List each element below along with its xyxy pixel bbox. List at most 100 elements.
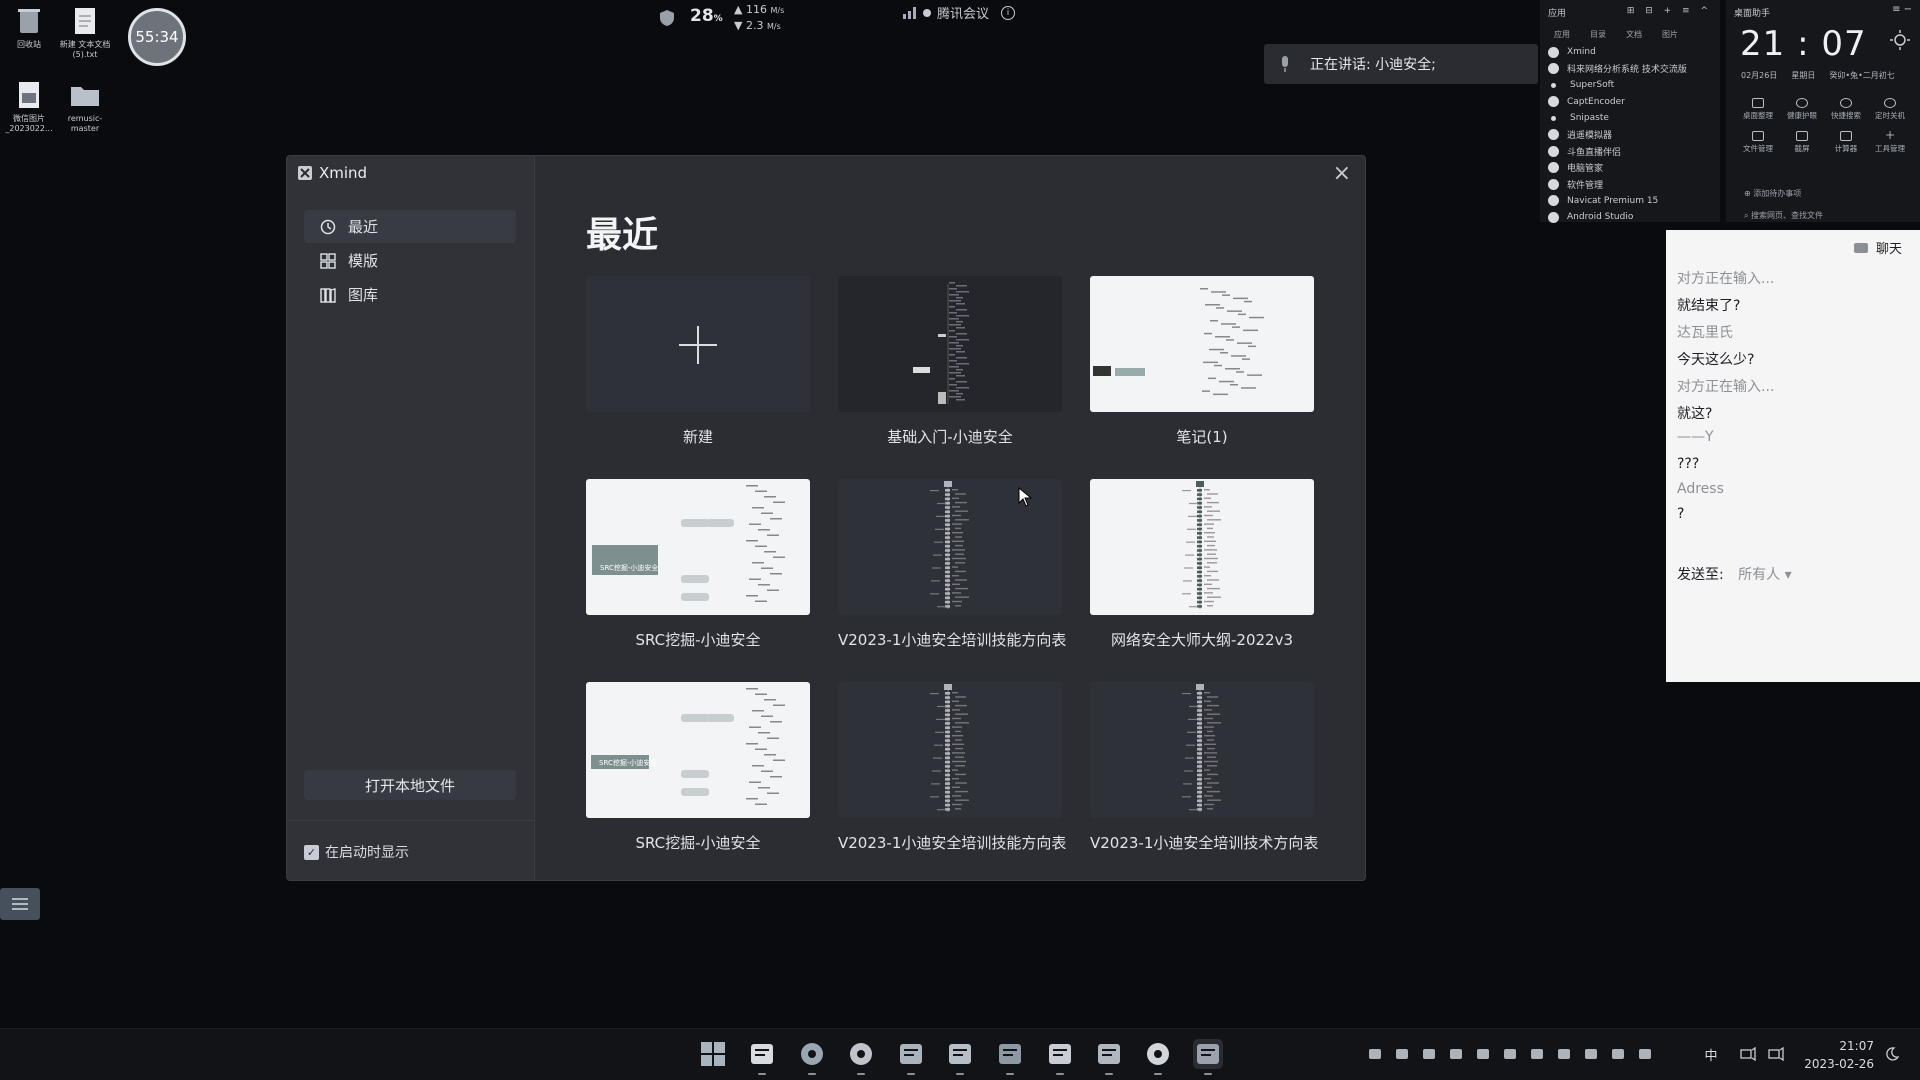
tray-settings-icon[interactable] [1448, 1046, 1464, 1062]
desktop-icon-image[interactable]: 微信图片_2023022... [0, 80, 58, 134]
meeting-indicator[interactable]: 腾讯会议 i [903, 3, 1016, 22]
recent-file-card[interactable]: 新建 [586, 276, 810, 447]
app-item[interactable]: Xmind [1548, 44, 1720, 61]
desktop-icon-recycle-bin[interactable]: 回收站 [0, 6, 58, 50]
chat-title-text: 聊天 [1875, 242, 1902, 257]
tab-apps[interactable]: 应用 [1554, 29, 1570, 40]
file-thumbnail[interactable] [586, 276, 810, 412]
file-thumbnail[interactable] [1090, 479, 1314, 615]
app-item[interactable]: 逍遥模拟器 [1548, 127, 1720, 144]
app-icon [1548, 178, 1559, 190]
taskbar-store-icon[interactable] [896, 1039, 926, 1075]
file-thumbnail[interactable] [1090, 276, 1314, 412]
tray-phone-icon[interactable] [1610, 1046, 1626, 1062]
assistant-menu-icon[interactable]: ≡ − [1892, 4, 1912, 15]
taskbar-chrome-icon[interactable] [846, 1039, 876, 1075]
open-local-file-button[interactable]: 打开本地文件 [304, 770, 516, 800]
nav-templates[interactable]: 模版 [304, 244, 516, 277]
app-item[interactable]: 斗鱼直播伴侣 [1548, 143, 1720, 160]
recent-file-card[interactable]: V2023-1小迪安全培训技术方向表 [1090, 682, 1318, 853]
ime-indicator[interactable]: 中 [1703, 1046, 1719, 1064]
taskbar-edge-icon[interactable] [797, 1039, 827, 1075]
quick-tool[interactable]: 桌面整理 [1736, 98, 1780, 121]
chat-input[interactable] [1676, 594, 1910, 674]
quick-tool-label: 快捷搜索 [1831, 111, 1861, 120]
chat-message: ——Y [1677, 429, 1714, 445]
tab-documents[interactable]: 文档 [1626, 29, 1642, 40]
app-item[interactable]: Android Studio [1548, 209, 1720, 226]
tray-photos-icon[interactable] [1367, 1046, 1383, 1062]
app-label: 电脑管家 [1567, 164, 1604, 175]
nav-recent[interactable]: 最近 [304, 210, 516, 243]
quick-tool[interactable]: 健康护眼 [1780, 98, 1824, 121]
download-value: 2.3 [745, 19, 764, 32]
recent-file-card[interactable]: 网络安全大师大纲-2022v3 [1090, 479, 1314, 650]
app-item[interactable]: SuperSoft [1548, 77, 1720, 94]
apps-list: Xmind 科来网络分析系统 技术交流版 SuperSoft CaptEncod… [1540, 44, 1720, 226]
app-item[interactable]: 科来网络分析系统 技术交流版 [1548, 61, 1720, 78]
close-icon[interactable]: × [1333, 160, 1351, 188]
show-on-startup-checkbox[interactable]: ✓ [304, 844, 319, 860]
tab-directory[interactable]: 目录 [1590, 29, 1606, 40]
taskbar-vmware-icon[interactable] [995, 1039, 1025, 1075]
taskbar-start-icon[interactable] [698, 1039, 728, 1069]
app-label: 逍遥模拟器 [1567, 131, 1613, 142]
taskbar-plugin-icon[interactable] [1045, 1039, 1075, 1075]
send-to-select[interactable]: 所有人 ▾ [1738, 567, 1791, 583]
file-name: SRC挖掘-小迪安全 [635, 631, 761, 649]
side-dock-icon[interactable] [0, 888, 40, 920]
divider [287, 820, 535, 821]
todo-link[interactable]: ⊕ 添加待办事项 [1744, 188, 1801, 199]
quick-tool[interactable]: 计算器 [1824, 131, 1868, 154]
taskbar-xmind-icon[interactable] [1193, 1039, 1223, 1075]
recent-file-card[interactable]: 笔记(1) [1090, 276, 1314, 447]
taskbar-wechat-icon[interactable] [1143, 1039, 1173, 1075]
app-icon [1548, 211, 1559, 223]
taskbar-file-explorer-icon[interactable] [747, 1039, 777, 1075]
taskbar-photos-icon[interactable] [945, 1039, 975, 1075]
app-item[interactable]: 软件管理 [1548, 176, 1720, 193]
speaking-text: 正在讲话: 小迪安全; [1310, 57, 1436, 73]
show-on-startup[interactable]: ✓ 在启动时显示 [304, 842, 409, 862]
tray-store-icon[interactable] [1475, 1046, 1491, 1062]
quick-tool[interactable]: 快捷搜索 [1824, 98, 1868, 121]
quick-tool[interactable]: 定时关机 [1868, 98, 1912, 121]
crop-icon [1796, 131, 1808, 141]
recent-file-card[interactable]: SRC挖掘-小迪安全 SRC挖掘-小迪安全 [586, 479, 810, 650]
tray-monitor-icon[interactable] [1502, 1046, 1518, 1062]
file-thumbnail[interactable]: SRC挖掘-小迪安全 [586, 479, 810, 615]
file-thumbnail[interactable] [838, 276, 1062, 412]
tray-mic-icon[interactable] [1637, 1046, 1653, 1062]
file-thumbnail[interactable] [838, 682, 1062, 818]
app-item[interactable]: 电脑管家 [1548, 160, 1720, 177]
send-to-value: 所有人 [1738, 567, 1781, 583]
assistant-search[interactable]: ⌕ 搜索网页、查找文件 [1736, 210, 1912, 224]
tray-pin-icon[interactable] [1583, 1046, 1599, 1062]
volume-icon[interactable] [1768, 1046, 1784, 1062]
moon-icon[interactable] [1884, 1046, 1900, 1062]
network-icon[interactable] [1740, 1046, 1756, 1062]
app-item[interactable]: Navicat Premium 15 [1548, 193, 1720, 210]
file-thumbnail[interactable] [1090, 682, 1314, 818]
recent-file-card[interactable]: 基础入门-小迪安全 [838, 276, 1062, 447]
taskbar-notepad-icon[interactable] [1094, 1039, 1124, 1075]
tray-display-icon[interactable] [1529, 1046, 1545, 1062]
app-item[interactable]: CaptEncoder [1548, 94, 1720, 111]
desktop-icon-text-file[interactable]: 新建 文本文档 (5).txt [56, 6, 114, 60]
quick-tool[interactable]: 截屏 [1780, 131, 1824, 154]
recent-file-card[interactable]: SRC挖掘-小迪安全 SRC挖掘-小迪安全 [586, 682, 810, 853]
quick-tool-label: 桌面整理 [1743, 111, 1773, 120]
nav-library[interactable]: 图库 [304, 278, 516, 311]
recent-file-card[interactable]: V2023-1小迪安全培训技能方向表 [838, 682, 1066, 853]
app-item[interactable]: Snipaste [1548, 110, 1720, 127]
tray-gear-icon[interactable] [1394, 1046, 1410, 1062]
quick-tool[interactable]: 文件管理 [1736, 131, 1780, 154]
tab-images[interactable]: 图片 [1662, 29, 1678, 40]
desktop-icon-folder[interactable]: remusic-master [56, 80, 114, 134]
tray-shield-icon[interactable] [1421, 1046, 1437, 1062]
apps-panel-controls-icon[interactable]: ⊞ ⊟ + ≡ ^ [1627, 6, 1712, 19]
quick-tool[interactable]: + 工具管理 [1868, 129, 1912, 154]
tray-network-icon[interactable] [1556, 1046, 1572, 1062]
taskbar-clock[interactable]: 21:07 2023-02-26 [1804, 1037, 1874, 1073]
file-thumbnail[interactable]: SRC挖掘-小迪安全 [586, 682, 810, 818]
